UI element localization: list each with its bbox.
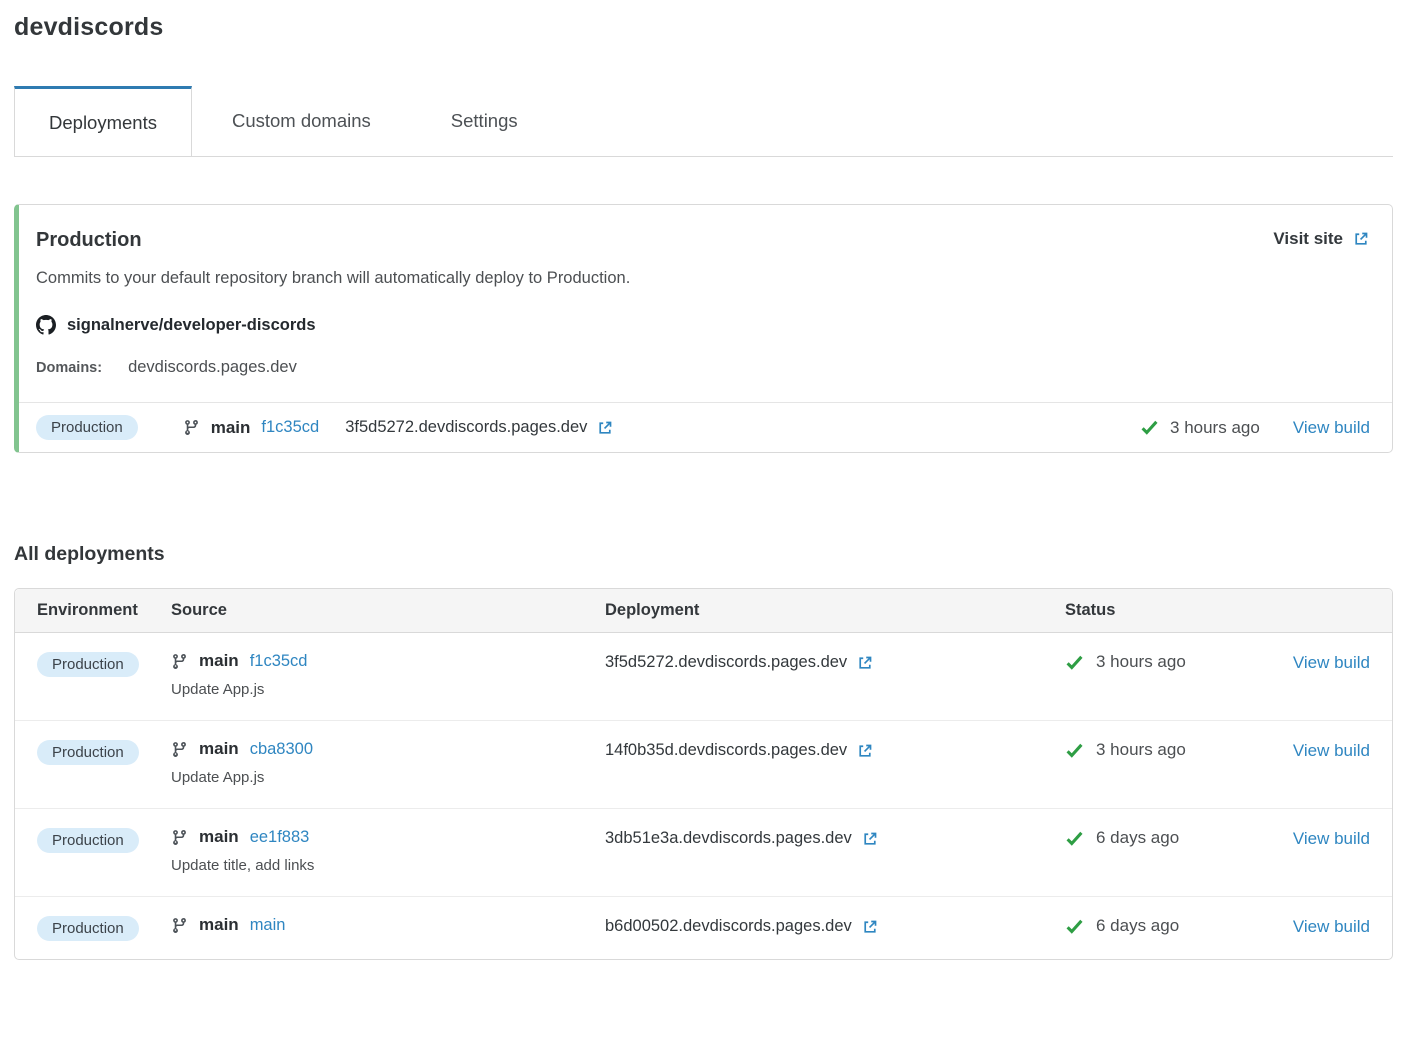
deployment-url-link[interactable]: 3db51e3a.devdiscords.pages.dev — [605, 827, 1065, 848]
pages-project-view: devdiscords Deployments Custom domains S… — [14, 0, 1393, 960]
domains-line: Domains: devdiscords.pages.dev — [19, 358, 1392, 377]
deployment-url: 3f5d5272.devdiscords.pages.dev — [345, 418, 587, 437]
view-build-link[interactable]: View build — [1293, 917, 1370, 936]
commit-link[interactable]: f1c35cd — [261, 418, 319, 437]
column-header-deployment: Deployment — [605, 601, 1065, 620]
external-link-icon — [596, 419, 614, 437]
repository-name: signalnerve/developer-discords — [67, 316, 316, 335]
branch-name: main — [199, 739, 239, 759]
deployment-url-link[interactable]: 14f0b35d.devdiscords.pages.dev — [605, 739, 1065, 760]
environment-badge: Production — [37, 916, 139, 941]
commit-link[interactable]: ee1f883 — [250, 828, 310, 847]
branch-name: main — [211, 418, 251, 438]
commit-message: Update App.js — [171, 681, 605, 698]
success-check-icon — [1065, 917, 1084, 936]
external-link-icon — [856, 742, 874, 760]
github-icon — [36, 315, 56, 335]
table-row: Production main main b6d00502.devdiscord… — [15, 897, 1392, 959]
environment-badge: Production — [37, 652, 139, 677]
deployment-url-link[interactable]: b6d00502.devdiscords.pages.dev — [605, 915, 1065, 936]
visit-site-label: Visit site — [1273, 229, 1343, 249]
deployments-table: Environment Source Deployment Status Pro… — [14, 588, 1393, 960]
deployment-url-link[interactable]: 3f5d5272.devdiscords.pages.dev — [345, 418, 614, 437]
success-check-icon — [1065, 741, 1084, 760]
environment-badge: Production — [37, 828, 139, 853]
environment-badge: Production — [37, 740, 139, 765]
branch-name: main — [199, 651, 239, 671]
commit-message: Update App.js — [171, 769, 605, 786]
visit-site-link[interactable]: Visit site — [1273, 229, 1370, 249]
table-row: Production main ee1f883 Update title, ad… — [15, 809, 1392, 897]
deployment-time: 3 hours ago — [1096, 740, 1186, 760]
tab-bar: Deployments Custom domains Settings — [14, 86, 1393, 157]
deployment-url-link[interactable]: 3f5d5272.devdiscords.pages.dev — [605, 651, 1065, 672]
git-branch-icon — [171, 653, 188, 670]
commit-link[interactable]: main — [250, 916, 286, 935]
deployment-time: 3 hours ago — [1170, 418, 1260, 438]
success-check-icon — [1065, 829, 1084, 848]
git-branch-icon — [183, 419, 200, 436]
all-deployments-heading: All deployments — [14, 543, 1393, 566]
external-link-icon — [1352, 230, 1370, 248]
table-row: Production main f1c35cd Update App.js 3f… — [15, 633, 1392, 721]
tab-custom-domains[interactable]: Custom domains — [192, 86, 411, 156]
commit-link[interactable]: f1c35cd — [250, 652, 308, 671]
deployment-url: 3db51e3a.devdiscords.pages.dev — [605, 829, 852, 848]
production-card: Production Visit site Commits to your de… — [14, 204, 1393, 453]
git-branch-icon — [171, 829, 188, 846]
repository-line: signalnerve/developer-discords — [19, 315, 1392, 335]
success-check-icon — [1065, 653, 1084, 672]
branch-name: main — [199, 915, 239, 935]
view-build-link[interactable]: View build — [1293, 829, 1370, 848]
deployment-url: b6d00502.devdiscords.pages.dev — [605, 917, 852, 936]
commit-link[interactable]: cba8300 — [250, 740, 313, 759]
view-build-link[interactable]: View build — [1293, 741, 1370, 760]
external-link-icon — [861, 918, 879, 936]
page-title: devdiscords — [14, 0, 1393, 42]
domains-value: devdiscords.pages.dev — [128, 358, 297, 377]
view-build-link[interactable]: View build — [1293, 418, 1370, 438]
view-build-link[interactable]: View build — [1293, 653, 1370, 672]
production-card-title: Production — [36, 229, 142, 252]
environment-badge: Production — [36, 415, 138, 440]
status-group: 3 hours ago View build — [1140, 418, 1370, 438]
git-branch-icon — [171, 741, 188, 758]
external-link-icon — [856, 654, 874, 672]
git-branch-icon — [171, 917, 188, 934]
domains-label: Domains: — [36, 360, 102, 376]
production-description: Commits to your default repository branc… — [19, 269, 1392, 288]
column-header-environment: Environment — [37, 601, 171, 620]
external-link-icon — [861, 830, 879, 848]
column-header-source: Source — [171, 601, 605, 620]
tab-deployments[interactable]: Deployments — [14, 86, 192, 156]
branch-name: main — [199, 827, 239, 847]
deployment-time: 3 hours ago — [1096, 652, 1186, 672]
commit-message: Update title, add links — [171, 857, 605, 874]
table-header-row: Environment Source Deployment Status — [15, 589, 1392, 633]
deployment-time: 6 days ago — [1096, 916, 1179, 936]
success-check-icon — [1140, 418, 1159, 437]
tab-settings[interactable]: Settings — [411, 86, 558, 156]
column-header-status: Status — [1065, 601, 1284, 620]
latest-deployment-row: Production main f1c35cd 3f5d5272.devdisc… — [19, 402, 1392, 452]
deployment-url: 3f5d5272.devdiscords.pages.dev — [605, 653, 847, 672]
source-group: main f1c35cd — [183, 418, 319, 438]
deployment-time: 6 days ago — [1096, 828, 1179, 848]
deployment-url: 14f0b35d.devdiscords.pages.dev — [605, 741, 847, 760]
table-row: Production main cba8300 Update App.js 14… — [15, 721, 1392, 809]
